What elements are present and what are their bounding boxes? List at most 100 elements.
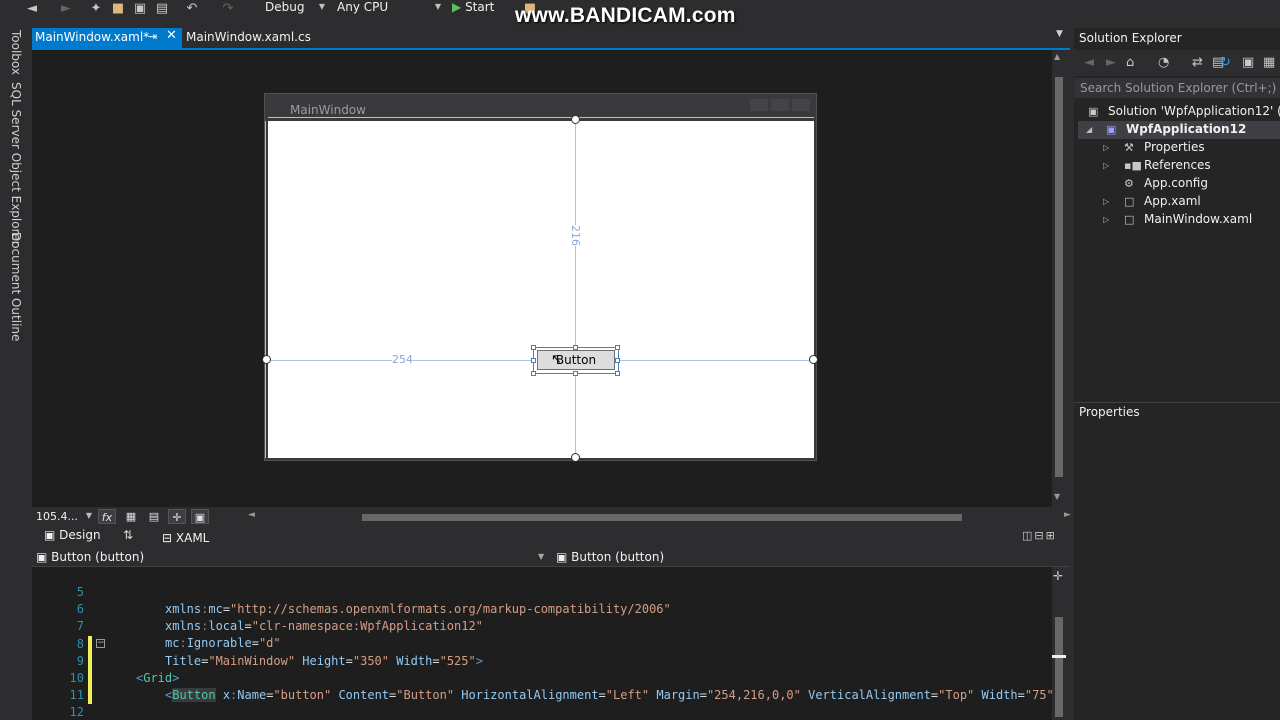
pending-changes-icon[interactable]: ◔ <box>1158 55 1169 70</box>
tree-item-label: References <box>1144 158 1211 172</box>
redo-icon[interactable]: ↷ <box>220 0 236 16</box>
grid-top-ruler <box>268 117 814 118</box>
tree-item-solution[interactable]: ▣ Solution 'WpfApplication12' (1 p <box>1086 103 1280 121</box>
bottom-anchor-handle[interactable] <box>571 453 580 462</box>
configuration-dropdown[interactable]: Debug ▼ <box>265 0 325 16</box>
element-selector-right[interactable]: ▣ Button (button) <box>556 550 664 564</box>
tab-mainwindow-xaml-cs[interactable]: MainWindow.xaml.cs <box>186 30 311 44</box>
solution-icon: ▣ <box>1088 105 1099 118</box>
right-anchor-handle[interactable] <box>809 355 818 364</box>
resize-handle-tl[interactable] <box>531 345 536 350</box>
design-xaml-split-bar: ▣ Design ⇅ ⊟ XAML ◫⊟⊞ <box>32 527 1070 547</box>
toolbox-tab[interactable]: Toolbox <box>9 30 23 75</box>
code-line: 9 <Grid> <box>32 636 1052 685</box>
sync-icon[interactable]: ⇄ <box>1192 55 1203 70</box>
forward-icon[interactable]: ► <box>58 0 74 16</box>
tab-mainwindow-xaml[interactable]: MainWindow.xaml* ⇥ ✕ <box>32 28 182 48</box>
resize-handle-r[interactable] <box>615 358 620 363</box>
back-icon[interactable]: ◄ <box>24 0 40 16</box>
xaml-code-editor[interactable]: 5 xmlns:mc="http://schemas.openxmlformat… <box>32 567 1052 720</box>
tree-item-mainwindow-xaml[interactable]: ▷ □ MainWindow.xaml <box>1100 211 1280 229</box>
tree-item-app-config[interactable]: ⚙ App.config <box>1100 175 1280 193</box>
platform-dropdown[interactable]: Any CPU ▼ <box>337 0 441 16</box>
home-icon[interactable]: ⌂ <box>1126 55 1134 70</box>
resize-handle-l[interactable] <box>531 358 536 363</box>
code-line: 8 Title="MainWindow" Height="350" Width=… <box>32 619 1052 668</box>
start-label: Start <box>465 0 495 14</box>
margin-left-value: 254 <box>392 353 413 366</box>
save-all-icon[interactable]: ▤ <box>154 0 170 16</box>
scroll-thumb[interactable] <box>1055 617 1063 717</box>
open-folder-icon[interactable]: ■ <box>110 0 126 16</box>
resize-handle-br[interactable] <box>615 371 620 376</box>
resize-handle-bl[interactable] <box>531 371 536 376</box>
undo-icon[interactable]: ↶ <box>184 0 200 16</box>
swap-panes-icon[interactable]: ⇅ <box>123 528 133 542</box>
scroll-left-icon[interactable]: ◄ <box>248 510 255 520</box>
resize-handle-b[interactable] <box>573 371 578 376</box>
scroll-thumb[interactable] <box>1055 77 1063 477</box>
designer-horizontal-scrollbar[interactable]: ◄ ► <box>248 510 1072 524</box>
save-icon[interactable]: ▣ <box>132 0 148 16</box>
tree-item-properties[interactable]: ▷ ⚒ Properties <box>1100 139 1280 157</box>
collapsed-arrow-icon[interactable]: ▷ <box>1103 215 1109 224</box>
tree-item-project[interactable]: ◢ ▣ WpfApplication12 <box>1078 121 1280 139</box>
snap-to-lines-icon[interactable]: ▣ <box>191 509 209 524</box>
close-icon[interactable]: ✕ <box>166 28 177 43</box>
collapsed-arrow-icon[interactable]: ▷ <box>1103 143 1109 152</box>
pin-icon[interactable]: ⇥ <box>148 30 157 43</box>
tab-list-dropdown-icon[interactable]: ▼ <box>1056 29 1063 39</box>
split-layout-icons[interactable]: ◫⊟⊞ <box>1022 529 1057 542</box>
tab-xaml[interactable]: ⊟ XAML <box>162 531 209 545</box>
zoom-dropdown[interactable]: 105.4... ▼ <box>36 510 92 525</box>
effects-toggle-button[interactable]: fx <box>98 509 116 524</box>
left-anchor-handle[interactable] <box>262 355 271 364</box>
solution-explorer-search-input[interactable]: Search Solution Explorer (Ctrl+;) <box>1074 78 1280 98</box>
grid-lines-icon[interactable]: ▦ <box>122 509 140 524</box>
scroll-right-icon[interactable]: ► <box>1064 510 1071 520</box>
forward-icon[interactable]: ► <box>1106 55 1116 70</box>
tree-item-app-xaml[interactable]: ▷ □ App.xaml <box>1100 193 1280 211</box>
element-selector-left-label: Button (button) <box>51 550 145 564</box>
scroll-up-icon[interactable]: ▲ <box>1054 52 1060 61</box>
chevron-down-icon[interactable]: ▼ <box>538 552 544 561</box>
margin-right-guide <box>619 360 811 361</box>
back-icon[interactable]: ◄ <box>1084 55 1094 70</box>
tab-design-label: Design <box>59 528 101 542</box>
designer-vertical-scrollbar[interactable]: ▲ ▼ <box>1052 50 1066 507</box>
collapsed-arrow-icon[interactable]: ▷ <box>1103 161 1109 170</box>
sql-server-object-explorer-tab[interactable]: SQL Server Object Explorer <box>9 82 23 246</box>
expanded-arrow-icon[interactable]: ◢ <box>1086 125 1092 134</box>
editor-vertical-scrollbar[interactable]: ✛ <box>1052 567 1066 720</box>
collapse-icon[interactable]: − <box>96 639 105 648</box>
tree-item-label: WpfApplication12 <box>1126 122 1247 136</box>
document-outline-tab[interactable]: Document Outline <box>9 232 23 341</box>
tab-design[interactable]: ▣ Design <box>44 528 101 542</box>
split-editor-icon[interactable]: ✛ <box>1053 569 1063 583</box>
artboard-background-icon[interactable]: ✛ <box>168 509 186 524</box>
wpf-button-element[interactable]: Button <box>537 350 615 370</box>
show-all-files-icon[interactable]: ▣ <box>1242 55 1254 70</box>
scroll-thumb[interactable] <box>362 514 962 521</box>
resize-handle-tr[interactable] <box>615 345 620 350</box>
xaml-file-icon: □ <box>1124 213 1135 226</box>
top-anchor-handle[interactable] <box>571 115 580 124</box>
code-line: 7 mc:Ignorable="d" <box>32 601 1052 650</box>
resize-handle-t[interactable] <box>573 345 578 350</box>
refresh-icon[interactable]: ↻ <box>1220 55 1231 70</box>
csharp-project-icon: ▣ <box>1106 123 1117 136</box>
new-project-icon[interactable]: ✦ <box>88 0 104 16</box>
properties-icon[interactable]: ▦ <box>1263 55 1275 70</box>
maximize-icon <box>771 99 789 111</box>
designer-bottom-toolbar: 105.4... ▼ fx ▦ ▤ ✛ ▣ ◄ ► <box>32 507 1072 527</box>
snap-to-grid-icon[interactable]: ▤ <box>145 509 163 524</box>
element-selector-left[interactable]: ▣ Button (button) <box>36 550 144 564</box>
element-icon: ▣ <box>36 550 48 564</box>
tree-item-references[interactable]: ▷ ▪■ References <box>1100 157 1280 175</box>
collapsed-arrow-icon[interactable]: ▷ <box>1103 197 1109 206</box>
tree-item-label: Solution 'WpfApplication12' (1 p <box>1108 104 1280 118</box>
start-button[interactable]: ▶ Start <box>452 0 512 16</box>
wpf-grid-area[interactable] <box>268 121 814 458</box>
scroll-down-icon[interactable]: ▼ <box>1054 492 1060 501</box>
minimize-icon <box>750 99 768 111</box>
